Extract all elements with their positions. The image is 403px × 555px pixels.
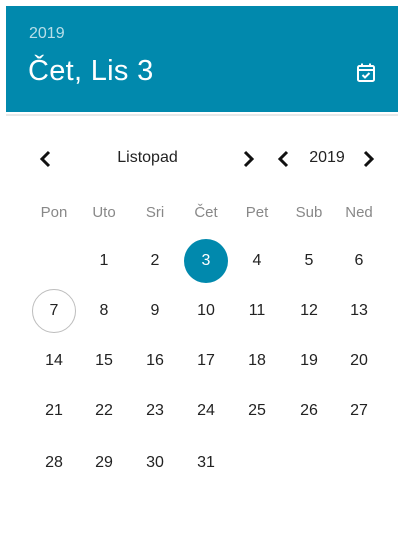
day-cell-13[interactable]: 13: [337, 289, 381, 333]
day-cell-1[interactable]: 1: [82, 239, 126, 283]
prev-month-button[interactable]: [36, 146, 56, 172]
day-cell-9[interactable]: 9: [133, 289, 177, 333]
day-cell-24[interactable]: 24: [184, 389, 228, 433]
day-cell-19[interactable]: 19: [287, 339, 331, 383]
next-month-button[interactable]: [238, 146, 258, 172]
calendar-check-icon[interactable]: [354, 61, 378, 85]
date-picker: 2019 Čet, Lis 3 Listopad 2019 Pon Uto Sr…: [0, 0, 403, 555]
day-cell-22[interactable]: 22: [82, 389, 126, 433]
day-cell-25[interactable]: 25: [235, 389, 279, 433]
day-cell-10[interactable]: 10: [184, 289, 228, 333]
day-cell-30[interactable]: 30: [133, 441, 177, 485]
month-label[interactable]: Listopad: [100, 149, 195, 167]
day-cell-18[interactable]: 18: [235, 339, 279, 383]
day-cell-11[interactable]: 11: [235, 289, 279, 333]
header-year[interactable]: 2019: [29, 25, 65, 43]
header-divider: [6, 114, 398, 116]
day-cell-16[interactable]: 16: [133, 339, 177, 383]
year-label[interactable]: 2019: [300, 149, 354, 167]
day-cell-15[interactable]: 15: [82, 339, 126, 383]
day-cell-4[interactable]: 4: [235, 239, 279, 283]
day-cell-2[interactable]: 2: [133, 239, 177, 283]
day-cell-7[interactable]: 7: [32, 289, 76, 333]
weekday-label: Pon: [40, 204, 68, 221]
day-cell-26[interactable]: 26: [287, 389, 331, 433]
weekday-label: Sri: [145, 204, 165, 221]
day-cell-27[interactable]: 27: [337, 389, 381, 433]
day-cell-23[interactable]: 23: [133, 389, 177, 433]
weekday-label: Ned: [345, 204, 373, 221]
picker-header: 2019 Čet, Lis 3: [6, 6, 398, 112]
day-cell-17[interactable]: 17: [184, 339, 228, 383]
day-cell-21[interactable]: 21: [32, 389, 76, 433]
chevron-right-icon: [363, 150, 375, 168]
chevron-right-icon: [243, 150, 255, 168]
day-cell-5[interactable]: 5: [287, 239, 331, 283]
day-cell-29[interactable]: 29: [82, 441, 126, 485]
header-selected-date: Čet, Lis 3: [28, 55, 154, 87]
weekday-label: Čet: [194, 204, 218, 221]
weekday-label: Pet: [245, 204, 269, 221]
prev-year-button[interactable]: [274, 146, 294, 172]
day-cell-20[interactable]: 20: [337, 339, 381, 383]
day-cell-31[interactable]: 31: [184, 441, 228, 485]
day-cell-14[interactable]: 14: [32, 339, 76, 383]
chevron-left-icon: [39, 150, 51, 168]
day-cell-3[interactable]: 3: [184, 239, 228, 283]
weekday-label: Sub: [295, 204, 323, 221]
day-cell-6[interactable]: 6: [337, 239, 381, 283]
day-cell-8[interactable]: 8: [82, 289, 126, 333]
chevron-left-icon: [277, 150, 289, 168]
day-cell-12[interactable]: 12: [287, 289, 331, 333]
weekday-label: Uto: [92, 204, 116, 221]
day-cell-28[interactable]: 28: [32, 441, 76, 485]
next-year-button[interactable]: [358, 146, 378, 172]
